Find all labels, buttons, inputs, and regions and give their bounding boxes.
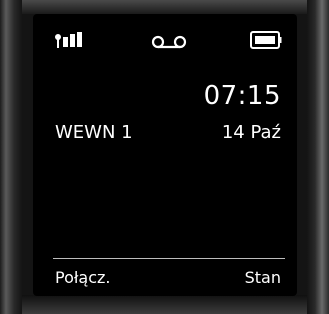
status-bar (33, 14, 297, 54)
softkey-connect[interactable]: Połącz. (55, 267, 111, 289)
date-display: 14 Paź (221, 122, 281, 143)
handset-name: WEWN 1 (55, 122, 133, 143)
clock-time: 07:15 (203, 81, 281, 111)
battery-icon (250, 30, 282, 50)
voicemail-icon (151, 34, 187, 49)
bezel-bottom (22, 295, 307, 314)
display-screen: 07:15 WEWN 1 14 Paź Połącz. Stan (33, 14, 297, 296)
signal-strength-icon (55, 32, 83, 48)
softkey-status[interactable]: Stan (245, 267, 281, 289)
softkey-divider (53, 258, 285, 259)
bezel-top (22, 0, 307, 14)
